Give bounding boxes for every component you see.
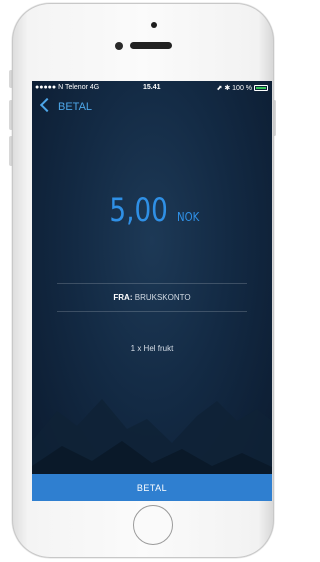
battery-icon xyxy=(254,85,268,91)
currency-label: NOK xyxy=(176,210,200,224)
camera-icon xyxy=(151,22,157,28)
from-account: BRUKSKONTO xyxy=(134,293,191,302)
status-bar: ●●●●● N Telenor 4G 15.41 ⬈ ✱ 100 % xyxy=(32,81,272,95)
from-label: FRA: xyxy=(113,293,133,302)
carrier-label: ●●●●● N Telenor 4G xyxy=(35,84,100,91)
back-button[interactable]: BETAL xyxy=(58,101,92,113)
amount-value: 5,00 xyxy=(109,191,168,229)
app-screen: ●●●●● N Telenor 4G 15.41 ⬈ ✱ 100 % BETAL… xyxy=(32,81,272,501)
order-item: 1 x Hel frukt xyxy=(130,344,174,353)
front-camera-icon xyxy=(115,42,123,50)
divider-top xyxy=(57,283,247,284)
chevron-left-icon[interactable] xyxy=(39,97,55,113)
battery-percent: ⬈ ✱ 100 % xyxy=(216,85,252,92)
status-time: 15.41 xyxy=(143,84,161,91)
pay-button[interactable]: BETAL xyxy=(32,474,272,501)
payment-amount: 5,00 NOK xyxy=(32,191,272,229)
navigation-bar: BETAL xyxy=(32,95,272,117)
earpiece-speaker xyxy=(130,42,172,49)
status-right: ⬈ ✱ 100 % xyxy=(217,84,268,92)
divider-bottom xyxy=(57,311,247,312)
from-account-row: FRA: BRUKSKONTO xyxy=(32,293,272,302)
home-button[interactable] xyxy=(133,505,173,545)
